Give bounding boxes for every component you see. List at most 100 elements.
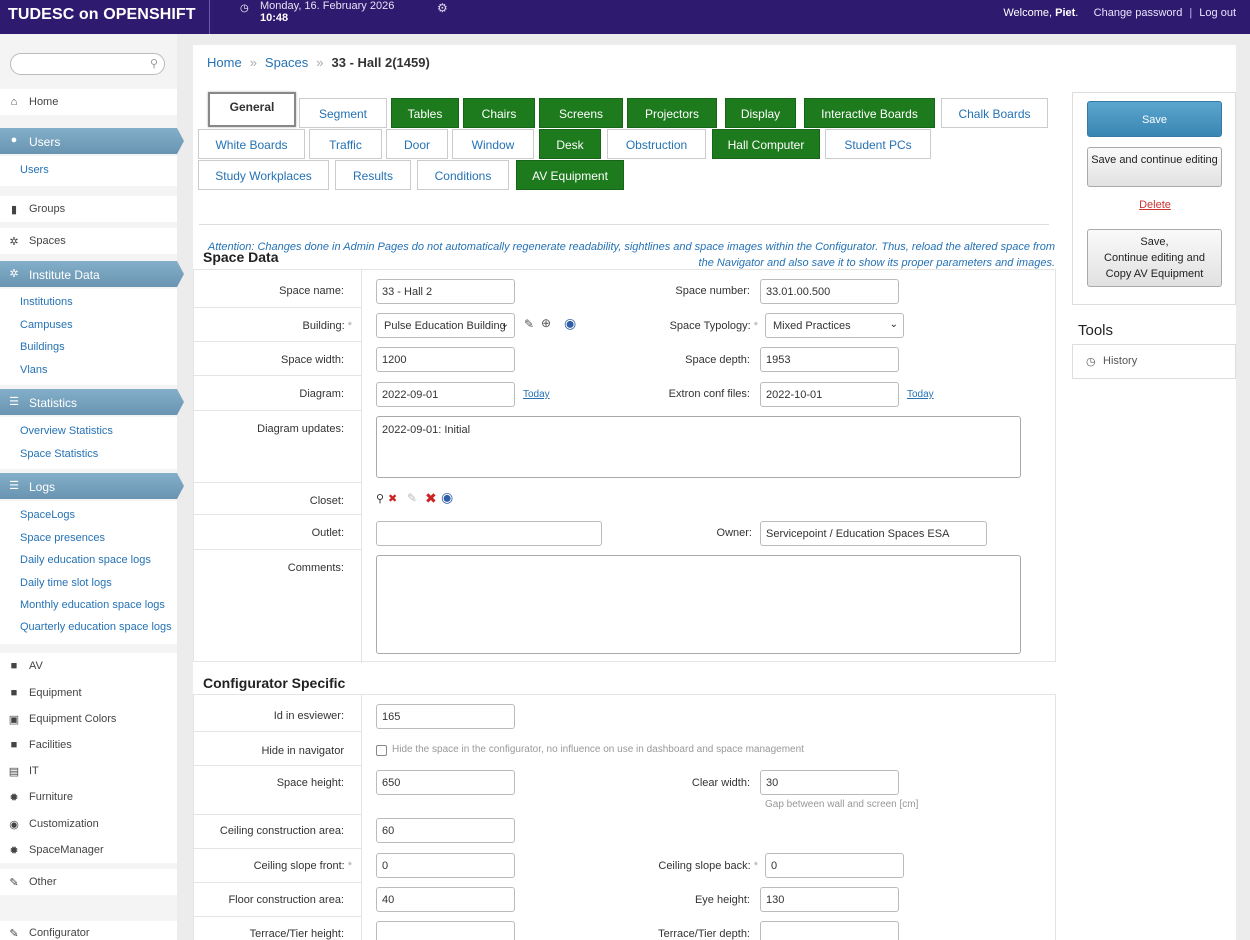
tab-interactive-boards[interactable]: Interactive Boards: [804, 98, 935, 128]
sidebar-item-spacemanager[interactable]: ✹ SpaceManager: [0, 837, 177, 863]
tab-study-workplaces[interactable]: Study Workplaces: [198, 160, 329, 190]
sidebar-item-it[interactable]: ▤ IT: [0, 758, 177, 784]
sidebar-link-users[interactable]: Users: [20, 164, 49, 176]
sidebar-section-institute[interactable]: ✲ Institute Data: [0, 261, 184, 287]
sidebar-item-groups[interactable]: ▮ Groups: [0, 196, 177, 222]
tier-height-input[interactable]: [376, 921, 515, 940]
tab-segment[interactable]: Segment: [299, 98, 387, 128]
extron-date-input[interactable]: 2022-10-01: [760, 382, 899, 407]
sidebar-link-daily-time-slot-logs[interactable]: Daily time slot logs: [20, 577, 112, 589]
tab-traffic[interactable]: Traffic: [309, 129, 382, 159]
tab-obstruction[interactable]: Obstruction: [607, 129, 706, 159]
gear-icon[interactable]: ⚙: [437, 1, 448, 15]
breadcrumb-spaces[interactable]: Spaces: [265, 55, 308, 70]
sidebar-item-other[interactable]: ✎ Other: [0, 869, 177, 895]
tab-conditions[interactable]: Conditions: [417, 160, 509, 190]
floor-area-input[interactable]: 40: [376, 887, 515, 912]
ceiling-area-input[interactable]: 60: [376, 818, 515, 843]
sidebar-item-furniture[interactable]: ✹ Furniture: [0, 784, 177, 810]
tab-display[interactable]: Display: [725, 98, 796, 128]
search-icon[interactable]: ⚲: [376, 492, 384, 505]
logout-link[interactable]: Log out: [1199, 7, 1236, 19]
tab-projectors[interactable]: Projectors: [627, 98, 717, 128]
sidebar-item-equipment-colors[interactable]: ▣ Equipment Colors: [0, 706, 177, 732]
delete-icon[interactable]: ✖: [425, 490, 437, 507]
diagram-today-link[interactable]: Today: [523, 389, 550, 400]
building-select[interactable]: Pulse Education Building ⌄: [376, 313, 515, 338]
sidebar-section-statistics[interactable]: ☰ Statistics: [0, 389, 184, 415]
tab-student-pcs[interactable]: Student PCs: [825, 129, 931, 159]
cog-icon: ✲: [9, 236, 19, 248]
sidebar-item-av[interactable]: ■ AV: [0, 653, 177, 679]
typology-select[interactable]: Mixed Practices ⌄: [765, 313, 904, 338]
delete-link[interactable]: Delete: [1073, 199, 1237, 211]
save-continue-button[interactable]: Save and continue editing: [1087, 147, 1222, 187]
view-icon[interactable]: ◉: [441, 489, 453, 506]
tab-hall-computer[interactable]: Hall Computer: [712, 129, 820, 159]
clear-icon[interactable]: ✖: [388, 492, 397, 505]
save-copy-av-button[interactable]: Save, Continue editing and Copy AV Equip…: [1087, 229, 1222, 287]
sidebar-link-space-presences[interactable]: Space presences: [20, 532, 105, 544]
sidebar-item-customization[interactable]: ◉ Customization: [0, 811, 177, 837]
tab-general[interactable]: General: [208, 92, 296, 127]
history-button[interactable]: ◷ History: [1072, 344, 1236, 379]
sidebar-link-vlans[interactable]: Vlans: [20, 364, 48, 376]
owner-input[interactable]: Servicepoint / Education Spaces ESA: [760, 521, 987, 546]
space-height-input[interactable]: 650: [376, 770, 515, 795]
comments-textarea[interactable]: [376, 555, 1021, 654]
space-name-input[interactable]: 33 - Hall 2: [376, 279, 515, 304]
add-icon[interactable]: ⊕: [541, 316, 551, 330]
tab-desk[interactable]: Desk: [539, 129, 601, 159]
sidebar-link-space-statistics[interactable]: Space Statistics: [20, 448, 98, 460]
space-width-input[interactable]: 1200: [376, 347, 515, 372]
search-input[interactable]: ⚲: [10, 53, 165, 75]
tab-door[interactable]: Door: [386, 129, 448, 159]
outlet-input[interactable]: [376, 521, 602, 546]
esviewer-input[interactable]: 165: [376, 704, 515, 729]
view-icon[interactable]: ◉: [564, 315, 576, 332]
sidebar-item-spaces[interactable]: ✲ Spaces: [0, 228, 177, 254]
save-button[interactable]: Save: [1087, 101, 1222, 137]
sidebar-link-overview-statistics[interactable]: Overview Statistics: [20, 425, 113, 437]
tab-av-equipment[interactable]: AV Equipment: [516, 160, 624, 190]
sidebar-link-institutions[interactable]: Institutions: [20, 296, 73, 308]
sidebar-item-home[interactable]: ⌂ Home: [0, 89, 177, 115]
camera-icon: ■: [10, 739, 18, 751]
sidebar-item-equipment[interactable]: ■ Equipment: [0, 680, 177, 706]
sidebar-section-users[interactable]: ● Users: [0, 128, 184, 154]
tier-depth-input[interactable]: [760, 921, 899, 940]
sidebar-section-logs[interactable]: ☰ Logs: [0, 473, 184, 499]
diagram-updates-textarea[interactable]: 2022-09-01: Initial: [376, 416, 1021, 478]
sidebar-link-campuses[interactable]: Campuses: [20, 319, 73, 331]
slope-front-input[interactable]: 0: [376, 853, 515, 878]
sidebar-link-quarterly-education-logs[interactable]: Quarterly education space logs: [20, 621, 172, 633]
tab-results[interactable]: Results: [335, 160, 411, 190]
app-title[interactable]: TUDESC on OPENSHIFT: [0, 0, 210, 34]
breadcrumb-home[interactable]: Home: [207, 55, 242, 70]
tab-window[interactable]: Window: [452, 129, 534, 159]
tools-title: Tools: [1078, 322, 1114, 339]
breadcrumb-current: 33 - Hall 2(1459): [331, 55, 430, 70]
tab-tables[interactable]: Tables: [391, 98, 459, 128]
tab-chalk-boards[interactable]: Chalk Boards: [941, 98, 1048, 128]
sidebar-link-spacelogs[interactable]: SpaceLogs: [20, 509, 75, 521]
sidebar-link-buildings[interactable]: Buildings: [20, 341, 65, 353]
sidebar-link-daily-education-logs[interactable]: Daily education space logs: [20, 554, 151, 566]
edit-icon[interactable]: ✎: [524, 317, 534, 331]
tab-screens[interactable]: Screens: [539, 98, 623, 128]
tab-chairs[interactable]: Chairs: [463, 98, 535, 128]
diagram-date-input[interactable]: 2022-09-01: [376, 382, 515, 407]
slope-back-input[interactable]: 0: [765, 853, 904, 878]
tab-white-boards[interactable]: White Boards: [198, 129, 305, 159]
space-depth-input[interactable]: 1953: [760, 347, 899, 372]
clear-width-input[interactable]: 30: [760, 770, 899, 795]
extron-today-link[interactable]: Today: [907, 389, 934, 400]
sidebar-link-monthly-education-logs[interactable]: Monthly education space logs: [20, 599, 165, 611]
sidebar-item-configurator[interactable]: ✎ Configurator: [0, 921, 177, 940]
space-number-input[interactable]: 33.01.00.500: [760, 279, 899, 304]
change-password-link[interactable]: Change password: [1094, 7, 1183, 19]
hide-navigator-checkbox[interactable]: [376, 745, 387, 756]
sidebar-item-facilities[interactable]: ■ Facilities: [0, 732, 177, 758]
edit-icon[interactable]: ✎: [407, 491, 417, 505]
eye-height-input[interactable]: 130: [760, 887, 899, 912]
